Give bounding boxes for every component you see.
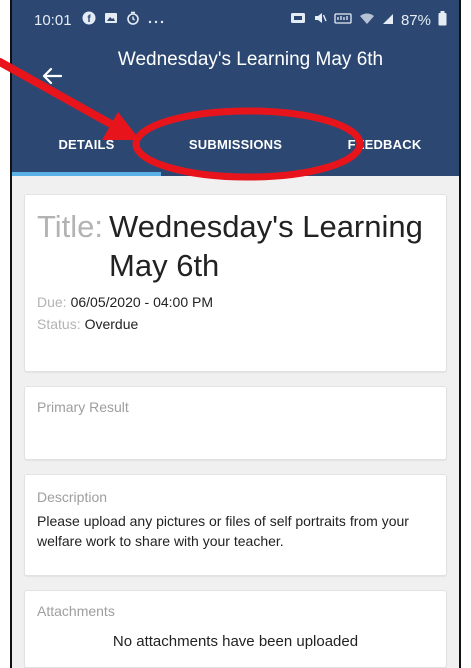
status-time: 10:01 <box>34 11 72 29</box>
photo-icon <box>104 11 118 29</box>
battery-icon <box>438 10 447 30</box>
assignment-title: Wednesday's Learning May 6th <box>109 209 423 283</box>
tab-bar: DETAILS SUBMISSIONS FEEDBACK <box>12 112 459 176</box>
signal-icon <box>382 12 394 29</box>
due-date: 06/05/2020 - 04:00 PM <box>70 294 214 310</box>
facebook-icon: f <box>82 11 96 29</box>
due-key: Due: <box>37 294 67 310</box>
nfc-icon <box>290 11 306 29</box>
arrow-left-icon <box>42 67 62 85</box>
details-content: Title: Wednesday's Learning May 6th Due:… <box>12 176 459 668</box>
description-label: Description <box>37 489 108 505</box>
status-key: Status: <box>37 316 81 332</box>
status-value: Overdue <box>84 316 139 332</box>
title-key: Title: <box>37 209 104 244</box>
assignment-card: Title: Wednesday's Learning May 6th Due:… <box>24 194 447 372</box>
attachments-card: Attachments No attachments have been upl… <box>24 590 447 668</box>
alarm-icon <box>126 11 140 29</box>
description-card: Description Please upload any pictures o… <box>24 474 447 576</box>
status-bar: 10:01 f 87% <box>12 0 459 40</box>
attachments-empty-text: No attachments have been uploaded <box>112 633 359 650</box>
battery-percent: 87% <box>400 11 431 29</box>
tab-feedback[interactable]: FEEDBACK <box>310 112 459 176</box>
primary-result-card: Primary Result <box>24 386 447 460</box>
primary-result-label: Primary Result <box>37 399 129 415</box>
tab-details[interactable]: DETAILS <box>12 112 161 176</box>
tab-submissions[interactable]: SUBMISSIONS <box>161 112 310 176</box>
back-button[interactable] <box>38 62 66 90</box>
wifi-icon <box>359 12 375 29</box>
app-bar: Wednesday's Learning May 6th <box>12 40 459 112</box>
mute-icon <box>313 11 327 29</box>
phone-screen: 10:01 f 87% Wednesday's Learning May 6th… <box>10 0 461 668</box>
page-title: Wednesday's Learning May 6th <box>117 49 384 70</box>
data-icon <box>334 11 352 29</box>
attachments-label: Attachments <box>37 603 115 619</box>
description-text: Please upload any pictures or files of s… <box>37 513 409 549</box>
more-icon <box>148 12 164 29</box>
